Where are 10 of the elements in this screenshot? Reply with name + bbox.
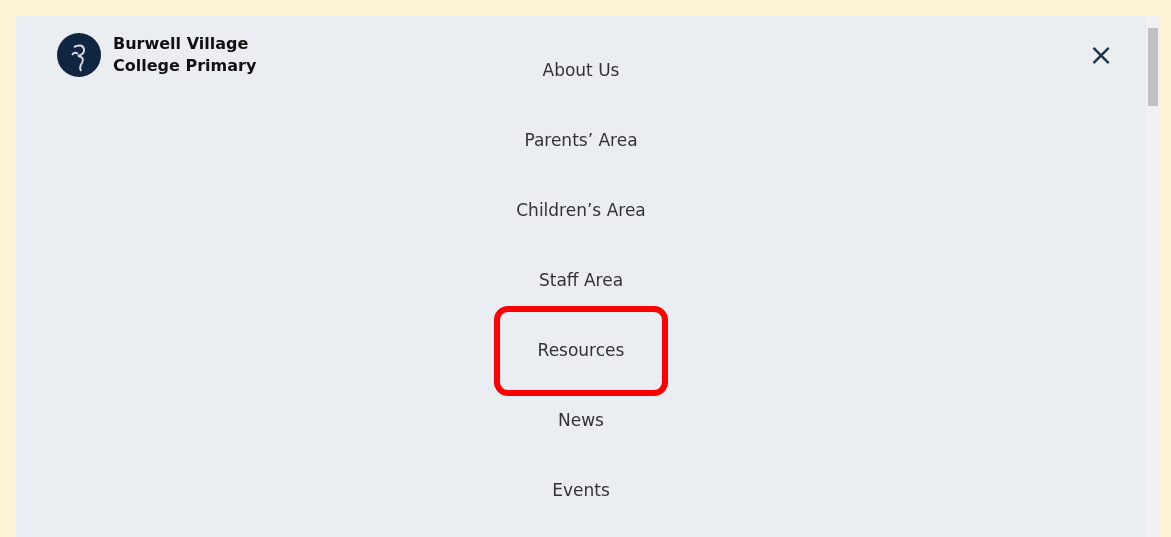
menu-link[interactable]: Resources xyxy=(494,306,668,396)
school-name: Burwell Village College Primary xyxy=(113,33,257,77)
scrollbar[interactable] xyxy=(1146,16,1160,537)
menu-link[interactable]: About Us xyxy=(534,36,628,106)
menu-link[interactable]: Children’s Area xyxy=(508,176,654,246)
menu-link[interactable]: Events xyxy=(544,456,618,526)
school-logo-icon xyxy=(57,33,101,77)
menu-link[interactable]: Parents’ Area xyxy=(516,106,646,176)
scrollbar-thumb[interactable] xyxy=(1148,28,1158,106)
close-button[interactable]: × xyxy=(1086,40,1116,70)
